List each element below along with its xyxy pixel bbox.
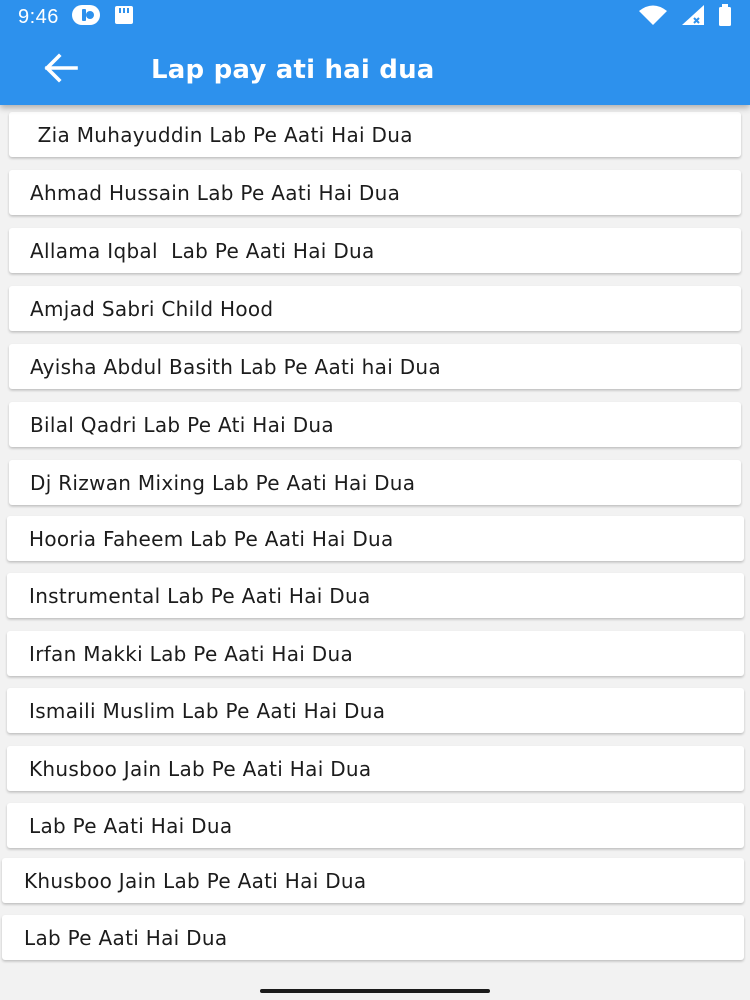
list-item-label: Khusboo Jain Lab Pe Aati Hai Dua xyxy=(24,868,367,893)
list-item[interactable]: Khusboo Jain Lab Pe Aati Hai Dua xyxy=(2,858,744,903)
sd-card-icon xyxy=(113,5,135,29)
list-item-label: Dj Rizwan Mixing Lab Pe Aati Hai Dua xyxy=(30,470,416,495)
status-time: 9:46 xyxy=(18,5,59,28)
list-item[interactable]: Ayisha Abdul Basith Lab Pe Aati hai Dua xyxy=(9,344,741,389)
list-item-label: Amjad Sabri Child Hood xyxy=(30,296,274,321)
list-item[interactable]: Instrumental Lab Pe Aati Hai Dua xyxy=(7,573,744,618)
back-button[interactable] xyxy=(30,40,90,100)
list-item[interactable]: Dj Rizwan Mixing Lab Pe Aati Hai Dua xyxy=(9,460,741,505)
status-left-group: 9:46 xyxy=(18,4,135,30)
list-item[interactable]: Allama Iqbal Lab Pe Aati Hai Dua xyxy=(9,228,741,273)
cellular-signal-icon xyxy=(680,4,706,30)
list-item[interactable]: Lab Pe Aati Hai Dua xyxy=(2,915,744,960)
list-item[interactable]: Lab Pe Aati Hai Dua xyxy=(7,803,744,848)
list-item[interactable]: Amjad Sabri Child Hood xyxy=(9,286,741,331)
status-right-group xyxy=(638,4,732,30)
list-item[interactable]: Bilal Qadri Lab Pe Ati Hai Dua xyxy=(9,402,741,447)
list-item-label: Ahmad Hussain Lab Pe Aati Hai Dua xyxy=(30,180,401,205)
list-item-label: Instrumental Lab Pe Aati Hai Dua xyxy=(29,583,371,608)
list-item[interactable]: Ahmad Hussain Lab Pe Aati Hai Dua xyxy=(9,170,741,215)
arrow-left-icon xyxy=(42,52,78,87)
list-item[interactable]: Zia Muhayuddin Lab Pe Aati Hai Dua xyxy=(9,112,741,157)
list-item[interactable]: Ismaili Muslim Lab Pe Aati Hai Dua xyxy=(7,688,744,733)
list-item-label: Bilal Qadri Lab Pe Ati Hai Dua xyxy=(30,412,334,437)
list-item[interactable]: Irfan Makki Lab Pe Aati Hai Dua xyxy=(7,631,744,676)
list-item-label: Khusboo Jain Lab Pe Aati Hai Dua xyxy=(29,756,372,781)
dua-list: Zia Muhayuddin Lab Pe Aati Hai Dua Ahmad… xyxy=(0,105,750,985)
page-title: Lap pay ati hai dua xyxy=(151,54,435,85)
status-bar: 9:46 xyxy=(0,0,750,34)
list-item-label: Allama Iqbal Lab Pe Aati Hai Dua xyxy=(30,238,375,263)
list-item-label: Lab Pe Aati Hai Dua xyxy=(24,925,228,950)
notification-app-icon xyxy=(71,4,101,30)
list-item-label: Hooria Faheem Lab Pe Aati Hai Dua xyxy=(29,526,394,551)
list-item-label: Lab Pe Aati Hai Dua xyxy=(29,813,233,838)
list-item[interactable]: Hooria Faheem Lab Pe Aati Hai Dua xyxy=(7,516,744,561)
list-item-label: Irfan Makki Lab Pe Aati Hai Dua xyxy=(29,641,354,666)
battery-icon xyxy=(718,4,732,30)
wifi-icon xyxy=(638,4,668,30)
home-indicator[interactable] xyxy=(260,989,490,993)
list-item-label: Zia Muhayuddin Lab Pe Aati Hai Dua xyxy=(31,122,413,147)
list-item-label: Ayisha Abdul Basith Lab Pe Aati hai Dua xyxy=(30,354,441,379)
list-item-label: Ismaili Muslim Lab Pe Aati Hai Dua xyxy=(29,698,386,723)
list-item[interactable]: Khusboo Jain Lab Pe Aati Hai Dua xyxy=(7,746,744,791)
app-bar: Lap pay ati hai dua xyxy=(0,34,750,105)
